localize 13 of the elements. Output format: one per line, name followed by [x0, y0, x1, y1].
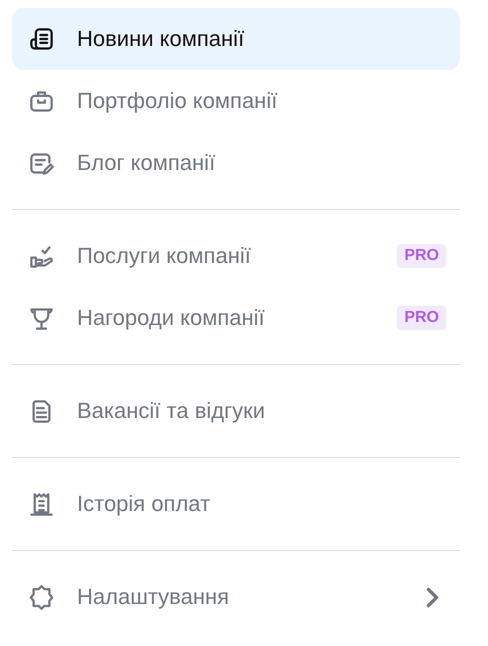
settings-icon [28, 584, 55, 610]
sidebar-item[interactable]: Історія оплат [12, 473, 460, 535]
sidebar-item[interactable]: Нагороди компанії PRO [12, 287, 460, 349]
sidebar-item[interactable]: Блог компанії [12, 132, 460, 194]
sidebar-item[interactable]: Вакансії та відгуки [12, 380, 460, 442]
newspaper-icon [28, 26, 55, 52]
sidebar-item[interactable]: Послуги компанії PRO [12, 225, 460, 287]
sidebar-item[interactable]: Налаштування [12, 566, 460, 628]
receipt-icon [28, 490, 55, 518]
pro-badge: PRO [397, 244, 446, 268]
sidebar-item[interactable]: Портфоліо компанії [12, 70, 460, 132]
sidebar-item[interactable]: Новини компанії [12, 8, 460, 70]
pro-badge: PRO [397, 306, 446, 330]
